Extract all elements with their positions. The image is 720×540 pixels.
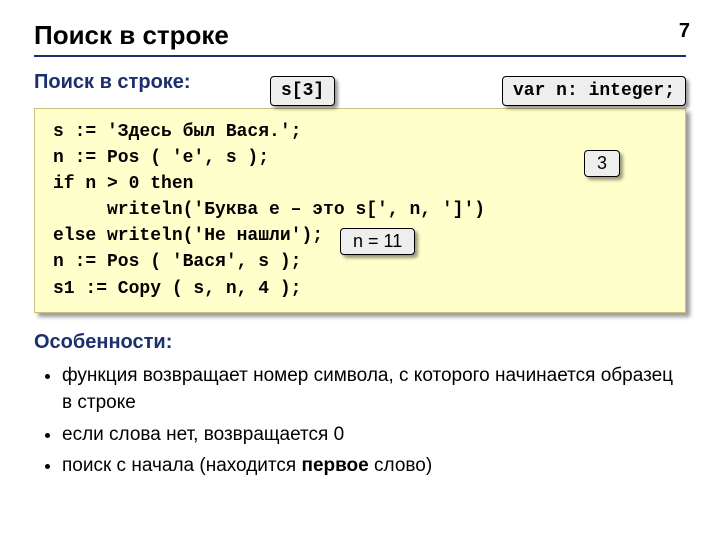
- annotation-s3: s[3]: [270, 76, 335, 106]
- list-item: функция возвращает номер символа, с кото…: [62, 362, 686, 417]
- text-bold: первое: [301, 455, 368, 476]
- annotation-row: s[3] var n: integer;: [270, 76, 686, 116]
- page-title: Поиск в строке: [34, 20, 686, 51]
- list-item: поиск с начала (находится первое слово): [62, 452, 686, 480]
- page-number: 7: [679, 20, 690, 43]
- text: слово): [369, 455, 432, 476]
- code-block: s := 'Здесь был Вася.'; n := Pos ( 'е', …: [34, 108, 686, 313]
- feature-list: функция возвращает номер символа, с кото…: [40, 362, 686, 480]
- title-divider: [34, 55, 686, 57]
- annotation-result-3: 3: [584, 150, 620, 177]
- list-item: если слова нет, возвращается 0: [62, 421, 686, 449]
- annotation-vardecl: var n: integer;: [502, 76, 686, 106]
- annotation-result-n11: n = 11: [340, 228, 415, 255]
- text: поиск с начала (находится: [62, 455, 301, 476]
- section-label-features: Особенности:: [34, 331, 686, 354]
